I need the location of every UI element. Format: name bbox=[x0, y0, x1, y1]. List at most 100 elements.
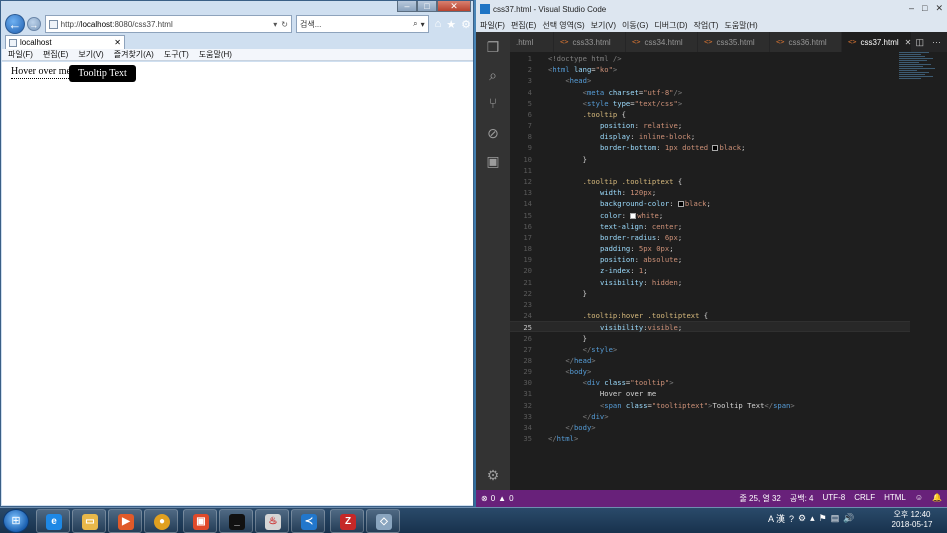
code-line[interactable]: 34 </body> bbox=[510, 422, 910, 433]
ie-menu-help[interactable]: 도움말(H) bbox=[199, 49, 232, 60]
taskbar-chrome-icon[interactable]: ● bbox=[144, 509, 178, 533]
volume-icon[interactable]: 🔊 bbox=[843, 513, 854, 524]
code-line[interactable]: 27 </style> bbox=[510, 344, 910, 355]
code-line[interactable]: 8 display: inline-block; bbox=[510, 131, 910, 142]
search-icon[interactable]: ⌕ bbox=[413, 19, 417, 29]
vs-menu-help[interactable]: 도움말(H) bbox=[724, 20, 757, 31]
help-icon[interactable]: ? bbox=[789, 514, 794, 524]
code-line[interactable]: 5 <style type="text/css"> bbox=[510, 98, 910, 109]
code-line[interactable]: 35 </html> bbox=[510, 433, 910, 444]
taskbar-media-player-icon[interactable]: ▶ bbox=[108, 509, 142, 533]
ie-menu-favorites[interactable]: 즐겨찾기(A) bbox=[114, 49, 154, 60]
editor-tab[interactable]: <> css35.html bbox=[698, 32, 770, 52]
ie-menu-tools[interactable]: 도구(T) bbox=[164, 49, 189, 60]
favorites-star-icon[interactable]: ★ bbox=[446, 18, 456, 31]
code-line[interactable]: 29 <body> bbox=[510, 366, 910, 377]
taskbar-ie-icon[interactable]: e bbox=[36, 509, 70, 533]
vscode-minimize-icon[interactable]: – bbox=[909, 3, 914, 14]
ie-menu-edit[interactable]: 편집(E) bbox=[43, 49, 68, 60]
code-line[interactable]: 4 <meta charset="utf-8"/> bbox=[510, 87, 910, 98]
code-line[interactable]: 26 } bbox=[510, 333, 910, 344]
tray-settings-icon[interactable]: ⚙ bbox=[798, 513, 806, 524]
start-button[interactable]: ⊞ bbox=[3, 509, 29, 533]
code-line[interactable]: 2 <html lang="ko"> bbox=[510, 64, 910, 75]
feedback-smiley-icon[interactable]: ☺ bbox=[915, 493, 923, 504]
vs-menu-debug[interactable]: 디버그(D) bbox=[654, 20, 687, 31]
minimize-button[interactable]: – bbox=[397, 1, 417, 12]
address-bar[interactable]: http://localhost:8080/css37.html ▾ ↻ bbox=[44, 15, 292, 33]
taskbar-vscode-icon[interactable]: ≺ bbox=[291, 509, 325, 533]
code-line[interactable]: 9 border-bottom: 1px dotted black; bbox=[510, 142, 910, 153]
code-line[interactable]: 6 .tooltip { bbox=[510, 109, 910, 120]
code-line[interactable]: 16 text-align: center; bbox=[510, 221, 910, 232]
editor-tab[interactable]: .html bbox=[510, 32, 554, 52]
code-line[interactable]: 12 .tooltip .tooltiptext { bbox=[510, 176, 910, 187]
editor-tab[interactable]: <> css33.html bbox=[554, 32, 626, 52]
ie-menu-view[interactable]: 보기(V) bbox=[78, 49, 103, 60]
vs-menu-file[interactable]: 파일(F) bbox=[480, 20, 505, 31]
code-line[interactable]: 14 background-color: black; bbox=[510, 198, 910, 209]
hover-text[interactable]: Hover over me bbox=[11, 66, 71, 79]
extensions-icon[interactable]: ▣ bbox=[484, 152, 502, 170]
vs-menu-view[interactable]: 보기(V) bbox=[591, 20, 616, 31]
code-line[interactable]: 31 Hover over me bbox=[510, 388, 910, 399]
cursor-position[interactable]: 줄 25, 열 32 bbox=[739, 493, 780, 504]
close-button[interactable]: ✕ bbox=[437, 1, 471, 12]
tray-expand-icon[interactable]: ▴ bbox=[810, 513, 815, 524]
code-line[interactable]: 30 <div class="tooltip"> bbox=[510, 377, 910, 388]
editor-tab[interactable]: <> css36.html bbox=[770, 32, 842, 52]
language-mode[interactable]: HTML bbox=[884, 493, 906, 504]
code-line[interactable]: 32 <span class="tooltiptext">Tooltip Tex… bbox=[510, 400, 910, 411]
vs-menu-go[interactable]: 이동(G) bbox=[622, 20, 648, 31]
clock[interactable]: 오후 12:40 2018-05-17 bbox=[886, 510, 938, 530]
editor-tab[interactable]: <> css34.html bbox=[626, 32, 698, 52]
vscode-maximize-icon[interactable]: □ bbox=[922, 3, 927, 14]
source-control-icon[interactable]: ⑂ bbox=[484, 94, 502, 112]
settings-gear-icon[interactable]: ⚙ bbox=[484, 466, 502, 484]
debug-icon[interactable]: ⊘ bbox=[484, 124, 502, 142]
vs-menu-tasks[interactable]: 작업(T) bbox=[694, 20, 719, 31]
vscode-close-icon[interactable]: ✕ bbox=[935, 3, 943, 14]
back-button[interactable]: ← bbox=[5, 14, 25, 34]
vs-menu-selection[interactable]: 선택 영역(S) bbox=[542, 20, 584, 31]
tab-close-icon[interactable]: ✕ bbox=[114, 38, 121, 47]
search-icon[interactable]: ⌕ bbox=[484, 66, 502, 84]
language-bar[interactable]: A 漢 bbox=[768, 512, 785, 525]
network-icon[interactable]: ▤ bbox=[831, 513, 840, 524]
more-actions-icon[interactable]: ··· bbox=[932, 37, 941, 47]
code-line[interactable]: 11 bbox=[510, 165, 910, 176]
code-line[interactable]: 22 } bbox=[510, 288, 910, 299]
code-line[interactable]: 19 position: absolute; bbox=[510, 254, 910, 265]
code-line[interactable]: 28 </head> bbox=[510, 355, 910, 366]
code-line[interactable]: 18 padding: 5px 0px; bbox=[510, 243, 910, 254]
code-line[interactable]: 15 color: white; bbox=[510, 210, 910, 221]
refresh-icon[interactable]: ↻ bbox=[281, 20, 288, 29]
code-line[interactable]: 33 </div> bbox=[510, 411, 910, 422]
forward-button[interactable]: → bbox=[26, 17, 41, 31]
ie-menu-file[interactable]: 파일(F) bbox=[8, 49, 33, 60]
notifications-bell-icon[interactable]: 🔔 bbox=[932, 493, 942, 504]
maximize-button[interactable]: □ bbox=[417, 1, 437, 12]
editor-tab-active[interactable]: <> css37.html ✕ bbox=[842, 32, 912, 52]
taskbar-cmd-icon[interactable]: _ bbox=[219, 509, 253, 533]
explorer-files-icon[interactable]: ❐ bbox=[484, 38, 502, 56]
split-editor-icon[interactable]: ◫ bbox=[915, 37, 924, 48]
code-line[interactable]: 24 .tooltip:hover .tooltiptext { bbox=[510, 310, 910, 321]
code-line[interactable]: 10 } bbox=[510, 154, 910, 165]
vs-menu-edit[interactable]: 편집(E) bbox=[511, 20, 536, 31]
taskbar-filezilla-icon[interactable]: Z bbox=[330, 509, 364, 533]
address-dropdown-icon[interactable]: ▾ bbox=[273, 20, 277, 29]
code-line[interactable]: 20 z-index: 1; bbox=[510, 265, 910, 276]
taskbar-java-icon[interactable]: ♨ bbox=[255, 509, 289, 533]
code-line[interactable]: 23 bbox=[510, 299, 910, 310]
ie-tab-localhost[interactable]: localhost ✕ bbox=[5, 35, 125, 49]
tab-close-icon[interactable]: ✕ bbox=[905, 38, 912, 47]
code-line[interactable]: 17 border-radius: 6px; bbox=[510, 232, 910, 243]
code-line[interactable]: 7 position: relative; bbox=[510, 120, 910, 131]
code-line[interactable]: 3 <head> bbox=[510, 75, 910, 86]
line-ending[interactable]: CRLF bbox=[854, 493, 875, 504]
action-center-flag-icon[interactable]: ⚑ bbox=[819, 513, 827, 524]
home-icon[interactable]: ⌂ bbox=[435, 18, 442, 31]
taskbar-explorer-folder-icon[interactable]: ▭ bbox=[72, 509, 106, 533]
code-line[interactable]: 13 width: 120px; bbox=[510, 187, 910, 198]
